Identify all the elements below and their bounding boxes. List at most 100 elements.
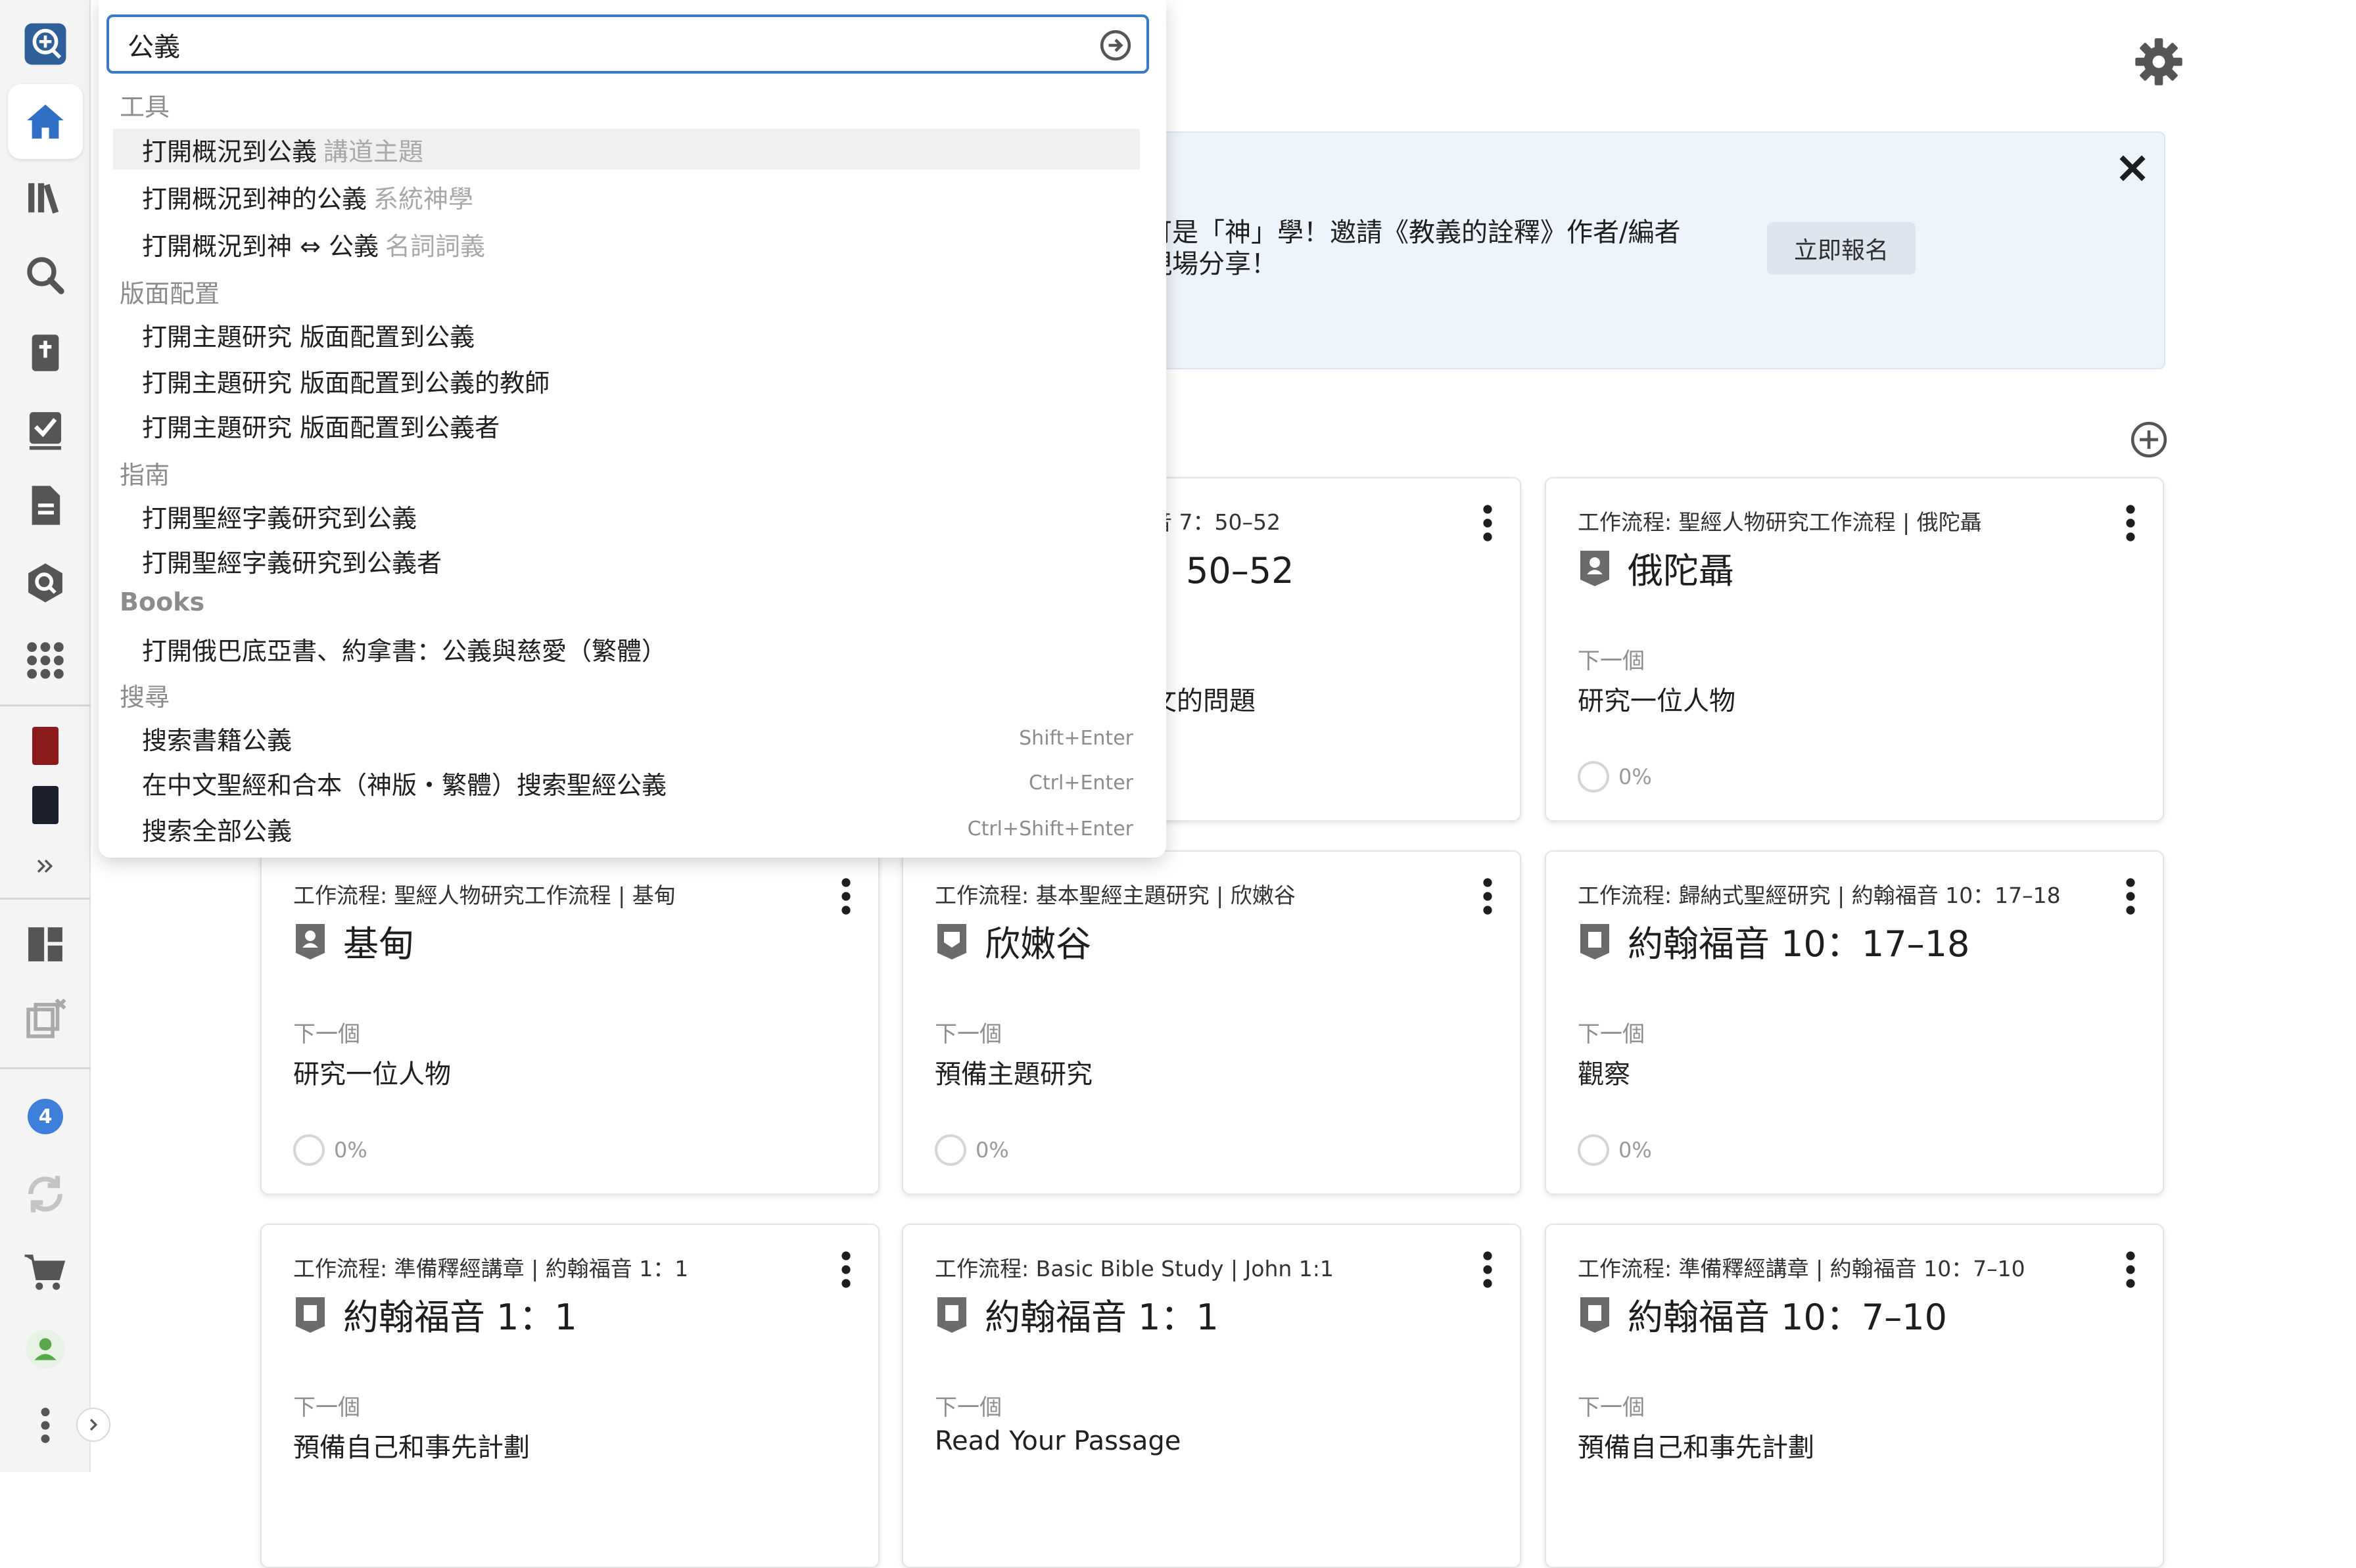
sidebar-divider: [0, 898, 91, 900]
workflow-card[interactable]: 工作流程: 聖經人物研究工作流程 | 基甸 基甸 下一個 研究一位人物 0%: [260, 850, 880, 1195]
progress-value: 0%: [1618, 764, 1652, 789]
collapse-sidebar-button[interactable]: [76, 1408, 110, 1442]
card-next-step: 研究一位人物: [1578, 686, 1735, 716]
card-subtitle: 工作流程: 基本聖經主題研究 | 欣嫩谷: [935, 883, 1296, 908]
gear-icon[interactable]: [2131, 34, 2186, 89]
search-icon[interactable]: [8, 238, 83, 313]
suggestion-item[interactable]: 打開聖經字義研究到公義者: [113, 540, 1140, 581]
suggestion-item[interactable]: 打開概況到神 ⇔ 公義 名詞詞義: [113, 223, 1140, 264]
card-subtitle: 工作流程: 聖經人物研究工作流程 | 俄陀聶: [1578, 509, 1982, 535]
suggestion-label: 打開概況到神的公義: [142, 184, 367, 214]
documents-icon[interactable]: [8, 468, 83, 543]
search-dropdown: 工具 打開概況到公義 講道主題 打開概況到神的公義 系統神學 打開概況到神 ⇔ …: [99, 0, 1166, 858]
next-label: 下一個: [1578, 648, 1645, 674]
progress-ring: [935, 1134, 966, 1166]
card-title-row: ：50–52: [1150, 542, 1294, 593]
card-progress: 0%: [293, 1134, 367, 1166]
search-box[interactable]: [106, 14, 1149, 74]
card-title-row: 俄陀聶: [1578, 542, 1734, 593]
more-vertical-icon[interactable]: [2121, 877, 2140, 916]
suggestion-hint: 系統神學: [373, 184, 474, 214]
card-next-step: 文的問題: [1150, 686, 1256, 716]
keyboard-shortcut: Shift+Enter: [1019, 726, 1133, 750]
workflow-card[interactable]: 工作流程: Basic Bible Study | John 1:1 約翰福音 …: [902, 1224, 1521, 1568]
person-study-icon: [296, 923, 325, 959]
add-circle-icon[interactable]: [2129, 419, 2169, 460]
suggestion-item[interactable]: 打開主題研究 版面配置到公義的教師: [113, 360, 1140, 401]
cart-icon[interactable]: [8, 1234, 83, 1309]
user-account-icon[interactable]: [8, 1312, 83, 1387]
suggestion-item[interactable]: 打開俄巴底亞書、約拿書：公義與慈愛（繁體）: [113, 628, 1140, 669]
logos-logo-icon[interactable]: [8, 7, 83, 81]
workflow-card[interactable]: 工作流程: 聖經人物研究工作流程 | 俄陀聶 俄陀聶 下一個 研究一位人物 0%: [1545, 477, 2164, 821]
suggestion-item[interactable]: 打開聖經字義研究到公義: [113, 496, 1140, 536]
suggestion-item[interactable]: 搜索全部公義 Ctrl+Shift+Enter: [113, 808, 1140, 849]
suggestion-item[interactable]: 打開概況到神的公義 系統神學: [113, 176, 1140, 217]
apps-grid-icon[interactable]: [8, 623, 83, 698]
close-icon[interactable]: [2114, 150, 2151, 187]
card-title: 欣嫩谷: [985, 923, 1091, 965]
more-vertical-icon[interactable]: [1478, 1250, 1497, 1289]
sidebar-divider: [0, 1067, 91, 1069]
card-title: ：50–52: [1150, 550, 1294, 591]
card-title: 約翰福音 10：7–10: [1628, 1297, 1947, 1338]
suggestion-label: 搜索全部公義: [142, 816, 293, 846]
chevron-right-icon: [89, 1419, 98, 1431]
arrow-right-circle-icon[interactable]: [1099, 29, 1132, 62]
recent-book-icon[interactable]: [8, 768, 83, 842]
close-layouts-icon[interactable]: [8, 982, 83, 1057]
more-vertical-icon[interactable]: [2121, 1250, 2140, 1289]
suggestion-label: 打開概況到公義: [142, 137, 318, 166]
notifications-badge[interactable]: 4: [8, 1079, 83, 1154]
workflows-icon[interactable]: [8, 392, 83, 467]
next-label: 下一個: [935, 1021, 1002, 1048]
expand-chevrons-icon[interactable]: [8, 833, 83, 899]
card-next-step: 預備自己和事先計劃: [1578, 1433, 1814, 1463]
suggestion-label: 搜索書籍公義: [142, 726, 293, 755]
suggestion-hint: 講道主題: [323, 137, 424, 166]
workflow-card[interactable]: 工作流程: 基本聖經主題研究 | 欣嫩谷 欣嫩谷 下一個 預備主題研究 0%: [902, 850, 1521, 1195]
section-header-search: 搜尋: [120, 683, 170, 712]
passage-study-icon: [296, 1297, 325, 1333]
next-label: 下一個: [293, 1021, 360, 1048]
next-label: 下一個: [1578, 1395, 1645, 1421]
suggestion-item[interactable]: 打開主題研究 版面配置到公義: [113, 314, 1140, 355]
suggestion-item[interactable]: 打開主題研究 版面配置到公義者: [113, 405, 1140, 446]
more-vertical-icon[interactable]: [1478, 877, 1497, 916]
card-next-step: 預備自己和事先計劃: [293, 1433, 530, 1463]
more-vertical-icon[interactable]: [836, 1250, 856, 1289]
topic-study-icon: [937, 923, 966, 959]
section-header-tools: 工具: [120, 93, 170, 122]
more-vertical-icon[interactable]: [836, 877, 856, 916]
dashboard-layout-icon[interactable]: [8, 907, 83, 982]
suggestion-label: 打開聖經字義研究到公義: [142, 503, 417, 533]
progress-value: 0%: [334, 1138, 367, 1163]
more-vertical-icon[interactable]: [2121, 503, 2140, 543]
suggestion-item[interactable]: 打開概況到公義 講道主題: [113, 129, 1140, 170]
progress-value: 0%: [1618, 1138, 1652, 1163]
workflow-card[interactable]: 工作流程: 準備釋經講章 | 約翰福音 1：1 約翰福音 1：1 下一個 預備自…: [260, 1224, 880, 1568]
sync-icon[interactable]: [8, 1157, 83, 1232]
more-vertical-icon[interactable]: [1478, 503, 1497, 543]
card-title-row: 約翰福音 1：1: [293, 1288, 577, 1340]
suggestion-item[interactable]: 在中文聖經和合本（神版・繁體）搜索聖經公義 Ctrl+Enter: [113, 762, 1140, 803]
suggestion-label: 打開主題研究 版面配置到公義: [142, 322, 475, 352]
home-icon[interactable]: [8, 84, 83, 159]
search-input[interactable]: [126, 26, 1089, 63]
section-header-books: Books: [120, 588, 205, 616]
library-icon[interactable]: [8, 160, 83, 235]
person-study-icon: [1580, 550, 1609, 586]
bible-icon[interactable]: [8, 315, 83, 390]
guides-icon[interactable]: [8, 545, 83, 620]
next-label: 下一個: [293, 1395, 360, 1421]
passage-study-icon: [937, 1297, 966, 1333]
progress-ring: [1578, 761, 1609, 793]
card-subtitle: 音 7：50–52: [1150, 509, 1281, 535]
more-vertical-icon[interactable]: [8, 1388, 83, 1463]
workflow-card[interactable]: 工作流程: 歸納式聖經研究 | 約翰福音 10：17–18 約翰福音 10：17…: [1545, 850, 2164, 1195]
card-subtitle: 工作流程: 準備釋經講章 | 約翰福音 10：7–10: [1578, 1256, 2025, 1281]
workflow-card[interactable]: 工作流程: 準備釋經講章 | 約翰福音 10：7–10 約翰福音 10：7–10…: [1545, 1224, 2164, 1568]
card-subtitle: 工作流程: 聖經人物研究工作流程 | 基甸: [293, 883, 676, 908]
register-button[interactable]: 立即報名: [1767, 222, 1916, 275]
suggestion-item[interactable]: 搜索書籍公義 Shift+Enter: [113, 718, 1140, 758]
